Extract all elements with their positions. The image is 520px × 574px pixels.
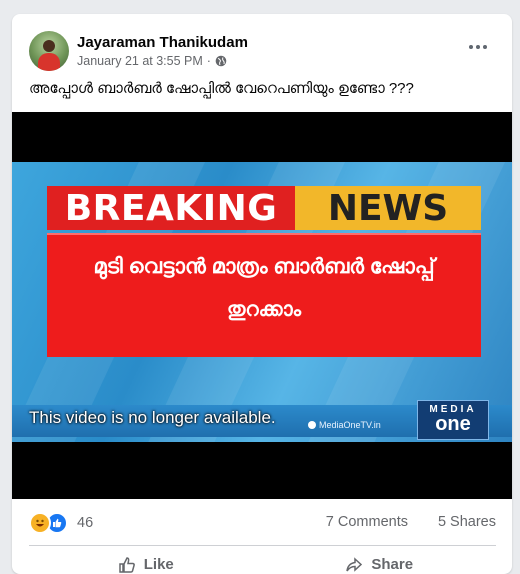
haha-reaction-icon: [29, 512, 51, 534]
post-meta: January 21 at 3:55 PM ·: [77, 54, 227, 68]
more-options-button[interactable]: [464, 37, 492, 57]
breaking-news-bar: BREAKING NEWS: [47, 186, 481, 230]
share-label: Share: [371, 556, 414, 573]
reactions-summary[interactable]: 46: [29, 512, 93, 534]
thumbs-up-icon: [118, 557, 135, 573]
logo-bottom-text: one: [435, 413, 471, 435]
reaction-count: 46: [77, 515, 94, 531]
channel-dot-icon: [308, 421, 316, 429]
breaking-label: BREAKING: [64, 187, 278, 229]
share-button[interactable]: Share: [263, 550, 497, 574]
globe-icon: [215, 55, 227, 67]
like-button[interactable]: Like: [29, 550, 263, 574]
video-unavailable-message: This video is no longer available.: [29, 408, 276, 427]
channel-url: MediaOneTV.in: [308, 420, 381, 430]
post-stats: 46 7 Comments 5 Shares: [29, 512, 496, 534]
post-card: Jayaraman Thanikudam January 21 at 3:55 …: [12, 14, 512, 574]
meta-separator: ·: [206, 54, 211, 68]
author-name[interactable]: Jayaraman Thanikudam: [77, 34, 248, 51]
divider: [29, 545, 496, 546]
post-timestamp[interactable]: January 21 at 3:55 PM: [77, 54, 203, 68]
video-frame: BREAKING NEWS മുടി വെട്ടാന്‍ മാത്രം ബാര്…: [12, 162, 512, 442]
headline-line1: മുടി വെട്ടാന്‍ മാത്രം ബാര്‍ബര്‍ ഷോപ്പ്: [93, 255, 435, 278]
shares-count-link[interactable]: 5 Shares: [438, 514, 496, 530]
video-player[interactable]: BREAKING NEWS മുടി വെട്ടാന്‍ മാത്രം ബാര്…: [12, 112, 512, 499]
news-label: NEWS: [295, 186, 481, 230]
channel-url-text: MediaOneTV.in: [319, 420, 381, 430]
headline-box: മുടി വെട്ടാന്‍ മാത്രം ബാര്‍ബര്‍ ഷോപ്പ് ത…: [47, 233, 481, 357]
avatar[interactable]: [29, 31, 69, 71]
post-header: Jayaraman Thanikudam January 21 at 3:55 …: [29, 31, 500, 73]
post-actions: Like Share: [29, 550, 496, 574]
headline-line2: തുറക്കാം: [226, 299, 302, 321]
comments-count-link[interactable]: 7 Comments: [326, 514, 408, 530]
mediaone-logo: MEDIA one: [417, 400, 489, 440]
share-arrow-icon: [346, 557, 363, 572]
like-label: Like: [143, 556, 174, 573]
post-text: അപ്പോള്‍ ബാര്‍ബര്‍ ഷോപ്പില്‍ വേറെപണിയും …: [29, 80, 414, 97]
